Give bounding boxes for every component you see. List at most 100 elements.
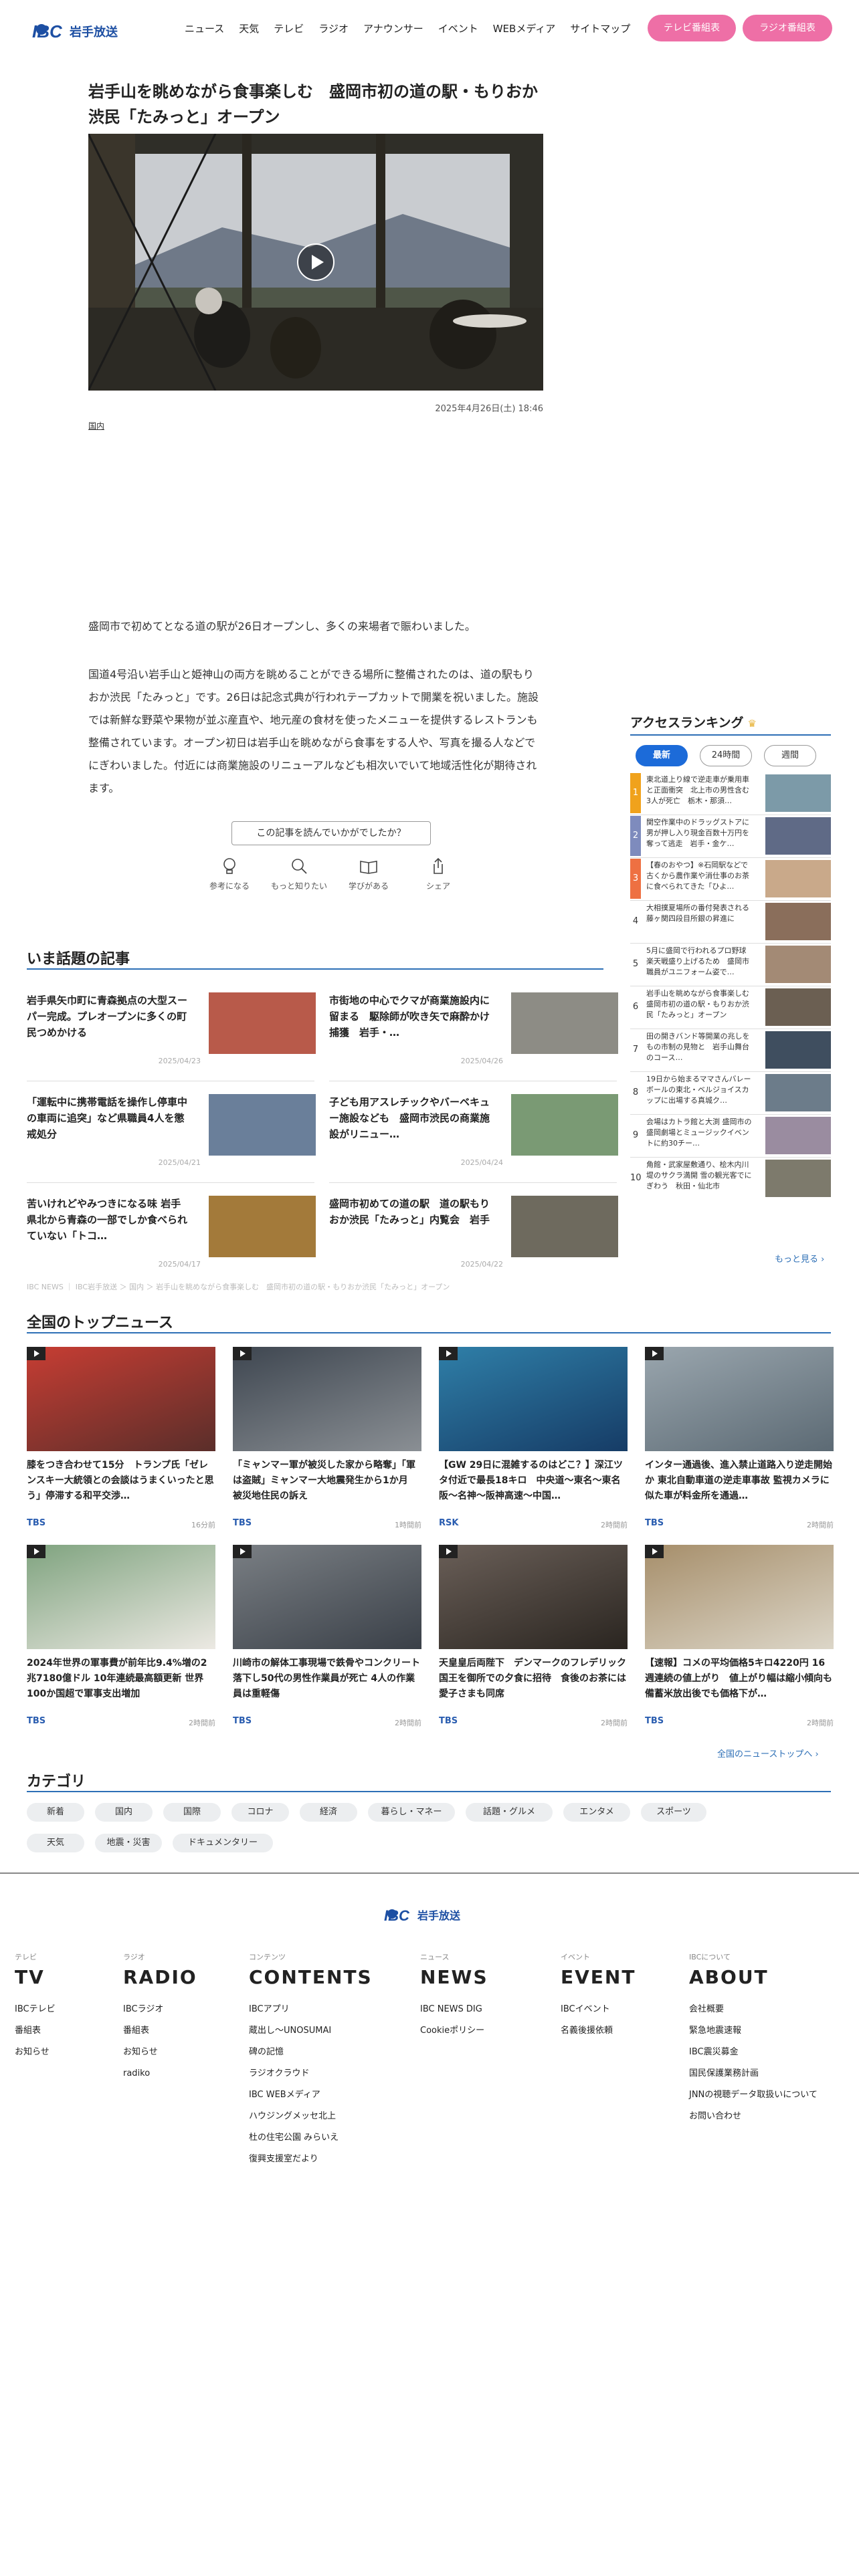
- footer-link[interactable]: IBC震災募金: [689, 2042, 818, 2063]
- breadcrumb[interactable]: IBC NEWS ｜ IBC岩手放送 ＞ 国内 ＞ 岩手山を眺めながら食事楽しむ…: [27, 1281, 450, 1292]
- category-chip[interactable]: コロナ: [231, 1803, 289, 1822]
- nav-announcer[interactable]: アナウンサー: [363, 21, 423, 35]
- hot-article[interactable]: 市街地の中心でクマが商業施設内に留まる 駆除師が吹き矢で麻酔かけ捕獲 岩手・… …: [329, 992, 618, 1073]
- ibc-logo[interactable]: IBC 岩手放送: [27, 15, 140, 43]
- national-news-card[interactable]: インター通過後、進入禁止道路入り逆走開始か 東北自動車道の逆走車事故 監視カメラ…: [645, 1347, 834, 1534]
- category-chip[interactable]: 天気: [27, 1834, 84, 1852]
- category-chip[interactable]: 新着: [27, 1803, 84, 1822]
- footer-link[interactable]: ラジオクラウド: [249, 2063, 373, 2084]
- tab-weekly[interactable]: 週間: [764, 745, 816, 766]
- category-chip[interactable]: 経済: [300, 1803, 357, 1822]
- nav-webmedia[interactable]: WEBメディア: [493, 21, 556, 35]
- ranking-item[interactable]: 7 田の開きバンド等開業の兆しをもの市制の見物と 岩手山舞台のコース…: [630, 1030, 831, 1071]
- tab-latest[interactable]: 最新: [636, 745, 688, 766]
- category-chip[interactable]: スポーツ: [641, 1803, 706, 1822]
- category-heading: カテゴリ: [27, 1774, 86, 1790]
- news-title: インター通過後、進入禁止道路入り逆走開始か 東北自動車道の逆走車事故 監視カメラ…: [645, 1460, 832, 1501]
- national-news-card[interactable]: 膝をつき合わせて15分 トランプ氏「ゼレンスキー大統領との会談はうまくいったと思…: [27, 1347, 215, 1534]
- footer-link[interactable]: 蔵出し〜UNOSUMAI: [249, 2020, 373, 2042]
- reaction-learn[interactable]: 学びがある: [340, 856, 397, 891]
- footer-link[interactable]: JNNの視聴データ取扱いについて: [689, 2084, 818, 2106]
- hot-date: 2025/04/23: [158, 1057, 201, 1065]
- category-chip[interactable]: 国際: [163, 1803, 221, 1822]
- category-chip[interactable]: ドキュメンタリー: [173, 1834, 273, 1852]
- nav-tv[interactable]: テレビ: [274, 21, 304, 35]
- ranking-item[interactable]: 3 【春のおやつ】※石岡駅などで古くから農作業や消仕事のお茶に食べられてきた「ひ…: [630, 859, 831, 900]
- nav-weather[interactable]: 天気: [239, 21, 259, 35]
- hot-article[interactable]: 盛岡市初めての道の駅 道の駅もりおか渋民「たみっと」内覧会 岩手 2025/04…: [329, 1196, 618, 1276]
- footer-link[interactable]: 国民保護業務計画: [689, 2063, 818, 2084]
- ranking-item[interactable]: 8 19日から始まるママさんバレーボールの東北・ベルジョイスカップに出場する真城…: [630, 1073, 831, 1114]
- hot-article[interactable]: 苦いけれどやみつきになる味 岩手県北から青森の一部でしか食べられていない「トコ……: [27, 1196, 316, 1276]
- nav-radio[interactable]: ラジオ: [318, 21, 349, 35]
- tab-24h[interactable]: 24時間: [700, 745, 752, 766]
- footer-link[interactable]: radiko: [123, 2063, 197, 2084]
- tv-program-button[interactable]: テレビ番組表: [648, 15, 736, 41]
- reaction-helpful[interactable]: 参考になる: [201, 856, 258, 891]
- footer-link[interactable]: 番組表: [123, 2020, 197, 2042]
- category-chip[interactable]: エンタメ: [563, 1803, 630, 1822]
- ranking-item[interactable]: 6 岩手山を眺めながら食事楽しむ 盛岡市初の道の駅・もりおか渋民「たみっと」オー…: [630, 987, 831, 1029]
- hot-rule: [27, 968, 603, 970]
- national-news-card[interactable]: 川崎市の解体工事現場で鉄骨やコンクリート落下し50代の男性作業員が死亡 4人の作…: [233, 1545, 421, 1732]
- category-chip[interactable]: 暮らし・マネー: [368, 1803, 455, 1822]
- nav-news[interactable]: ニュース: [185, 21, 224, 35]
- feedback-prompt[interactable]: この記事を読んでいかがでしたか？: [231, 821, 431, 845]
- reaction-more[interactable]: もっと知りたい: [270, 856, 328, 891]
- hot-article[interactable]: 「運転中に携帯電話を操作し停車中の車両に追突」など県職員4人を懲戒処分 2025…: [27, 1094, 316, 1174]
- footer-link[interactable]: Cookieポリシー: [420, 2020, 488, 2042]
- ranking-item[interactable]: 10 角館・武家屋敷通り、桧木内川堤のサクラ満開 雪の観光客でにぎわう 秋田・仙…: [630, 1158, 831, 1200]
- nav-sitemap[interactable]: サイトマップ: [570, 21, 630, 35]
- hot-article[interactable]: 子ども用アスレチックやバーベキュー施設なども 盛岡市渋民の商業施設がリニュー… …: [329, 1094, 618, 1174]
- radio-program-button[interactable]: ラジオ番組表: [743, 15, 832, 41]
- ranking-item[interactable]: 2 関空作業中のドラッグストアに男が押し入り現金百数十万円を奪って逃走 岩手・金…: [630, 816, 831, 857]
- national-more-link[interactable]: 全国のニューストップへ ›: [717, 1747, 819, 1759]
- footer-column: イベント EVENT IBCイベント 名義後援依頼: [561, 1951, 636, 2042]
- footer-link[interactable]: お知らせ: [15, 2042, 56, 2063]
- national-news-card[interactable]: 【速報】コメの平均価格5キロ4220円 16週連続の値上がり 値上がり幅は縮小傾…: [645, 1545, 834, 1732]
- nav-event[interactable]: イベント: [438, 21, 478, 35]
- svg-text:岩手放送: 岩手放送: [69, 25, 118, 39]
- ranking-item[interactable]: 5 5月に盛岡で行われるプロ野球楽天戦盛り上げるため 盛岡市職員がユニフォーム姿…: [630, 944, 831, 986]
- ranking-item[interactable]: 1 東北道上り線で逆走車が乗用車と正面衝突 北上市の男性含む3人が死亡 栃木・那…: [630, 773, 831, 815]
- article-tag[interactable]: 国内: [88, 420, 104, 431]
- play-icon[interactable]: [297, 243, 335, 281]
- footer-link[interactable]: IBCテレビ: [15, 1999, 56, 2020]
- category-chip[interactable]: 話題・グルメ: [466, 1803, 553, 1822]
- national-news-card[interactable]: 2024年世界の軍事費が前年比9.4%増の2兆7180億ドル 10年連続最高額更…: [27, 1545, 215, 1732]
- rank-thumbnail: [765, 903, 831, 940]
- footer-link[interactable]: IBCラジオ: [123, 1999, 197, 2020]
- national-news-card[interactable]: 天皇皇后両陛下 デンマークのフレデリック国王を御所での夕食に招待 食後のお茶には…: [439, 1545, 628, 1732]
- footer-link[interactable]: ハウジングメッセ北上: [249, 2106, 373, 2127]
- footer-link[interactable]: IBC WEBメディア: [249, 2084, 373, 2106]
- footer-link[interactable]: 復興支援室だより: [249, 2149, 373, 2170]
- footer-link[interactable]: 番組表: [15, 2020, 56, 2042]
- footer-link[interactable]: お問い合わせ: [689, 2106, 818, 2127]
- svg-text:岩手放送: 岩手放送: [417, 1909, 461, 1922]
- ranking-item[interactable]: 9 会場はカトラ館と大渕 盛岡市の盛岡劇場とミュージックイベントに約30チー…: [630, 1115, 831, 1157]
- news-thumbnail: [233, 1347, 421, 1451]
- hot-title: 子ども用アスレチックやバーベキュー施設なども 盛岡市渋民の商業施設がリニュー…: [329, 1096, 490, 1140]
- footer-logo[interactable]: IBC 岩手放送: [380, 1901, 480, 1927]
- reaction-share[interactable]: シェア: [409, 856, 467, 891]
- footer-link[interactable]: 杜の住宅公園 みらいえ: [249, 2127, 373, 2149]
- article-video[interactable]: [88, 134, 543, 391]
- rank-number: 9: [630, 1115, 641, 1156]
- footer-link[interactable]: IBCイベント: [561, 1999, 636, 2020]
- national-news-card[interactable]: 「ミャンマー軍が被災した家から略奪」「軍は盗賊」ミャンマー大地震発生から1か月 …: [233, 1347, 421, 1534]
- footer-link[interactable]: お知らせ: [123, 2042, 197, 2063]
- category-chip[interactable]: 国内: [95, 1803, 153, 1822]
- footer-link[interactable]: 名義後援依頼: [561, 2020, 636, 2042]
- footer-link[interactable]: IBC NEWS DIG: [420, 1999, 488, 2020]
- footer-link[interactable]: 緊急地震速報: [689, 2020, 818, 2042]
- category-chip[interactable]: 地震・災害: [95, 1834, 162, 1852]
- footer-link[interactable]: IBCアプリ: [249, 1999, 373, 2020]
- ranking-more-link[interactable]: もっと見る ›: [775, 1252, 824, 1265]
- national-news-card[interactable]: 【GW 29日に混雑するのはどこ？】深江ツタ付近で最長18キロ 中央道〜東名〜東…: [439, 1347, 628, 1534]
- hot-article[interactable]: 岩手県矢巾町に青森拠点の大型スーパー完成。プレオープンに多くの町民つめかける 2…: [27, 992, 316, 1073]
- footer-link[interactable]: 碑の記憶: [249, 2042, 373, 2063]
- ranking-item[interactable]: 4 大相撲夏場所の番付発表される 藤ヶ関四段目所銀の昇進に: [630, 901, 831, 943]
- hot-date: 2025/04/22: [460, 1260, 503, 1269]
- footer-link[interactable]: 会社概要: [689, 1999, 818, 2020]
- rank-thumbnail: [765, 988, 831, 1026]
